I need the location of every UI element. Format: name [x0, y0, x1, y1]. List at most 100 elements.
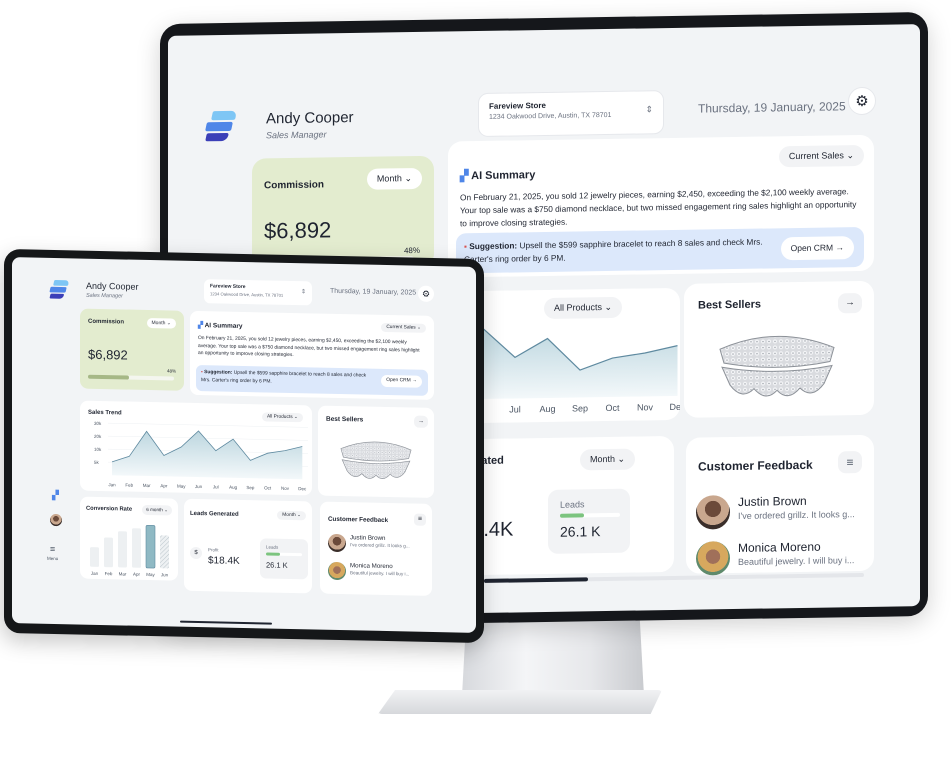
- suggestion-box: ▪ Suggestion: Upsell the $599 sapphire b…: [196, 364, 428, 396]
- chevron-down-icon: ⌄: [617, 453, 626, 464]
- feedback-content: Justin Brown I've ordered grillz. It look…: [738, 493, 855, 529]
- conversion-bar: [118, 531, 127, 568]
- chevron-updown-icon: ⇕: [645, 104, 653, 115]
- conversion-bar: [160, 535, 169, 569]
- feedback-text: I've ordered grillz. It looks g...: [738, 509, 855, 521]
- x-tick-label: Oct: [264, 485, 272, 490]
- open-crm-label: Open CRM: [790, 242, 834, 254]
- leads-generated-card: Leads Generated Month ⌄ $ Profit $18.4K …: [184, 498, 312, 594]
- profit-value: $18.4K: [208, 555, 240, 567]
- avatar: [696, 495, 730, 530]
- leads-metric-box: Leads 26.1 K: [260, 538, 308, 580]
- commission-percent: 48%: [166, 368, 176, 374]
- hamburger-menu-icon[interactable]: ≡: [414, 513, 426, 526]
- feedback-name: Justin Brown: [738, 493, 807, 509]
- commission-value: $6,892: [264, 217, 332, 244]
- conversion-x-ticks: Jan Feb Mar Apr May Jun: [91, 571, 169, 578]
- feedback-item[interactable]: Justin Brown I've ordered grillz. It look…: [696, 493, 855, 530]
- scene: Andy Cooper Sales Manager Fareview Store…: [0, 0, 951, 777]
- gear-icon[interactable]: ⚙: [418, 285, 434, 302]
- leads-period-label: Month: [590, 453, 616, 465]
- y-tick-label: 10k: [94, 447, 102, 452]
- x-tick-label: Sep: [572, 403, 588, 413]
- x-tick-label: Jan: [91, 571, 99, 576]
- leads-label: Leads: [266, 544, 279, 550]
- x-tick-label: Nov: [281, 486, 290, 491]
- store-selector[interactable]: Fareview Store 1234 Oakwood Drive, Austi…: [478, 90, 664, 138]
- suggestion-content: ▪ Suggestion: Upsell the $599 sapphire b…: [464, 236, 764, 267]
- conversion-bar: [90, 547, 99, 567]
- open-crm-button[interactable]: Open CRM →: [381, 374, 422, 388]
- current-date: Thursday, 19 January, 2025: [698, 99, 846, 116]
- customer-feedback-card: Customer Feedback ≡ Justin Brown I've ord…: [320, 501, 432, 596]
- gridline: [108, 422, 308, 428]
- leads-metric-box: Leads 26.1 K: [548, 488, 630, 554]
- ai-filter-label: Current Sales: [788, 150, 844, 162]
- current-date: Thursday, 19 January, 2025: [330, 287, 417, 297]
- ai-summary-filter-dropdown[interactable]: Current Sales ⌄: [778, 144, 864, 168]
- feedback-item[interactable]: Justin Brown I've ordered grillz. It look…: [328, 533, 410, 554]
- app-logo-icon[interactable]: [205, 110, 237, 142]
- commission-period-dropdown[interactable]: Month ⌄: [366, 167, 422, 190]
- conversion-rate-chart: Jan Feb Mar Apr May Jun: [90, 524, 169, 578]
- grillz-product-image[interactable]: [712, 325, 842, 405]
- x-tick-label: Apr: [133, 572, 141, 577]
- user-name: Andy Cooper: [86, 280, 139, 292]
- scroll-thumb[interactable]: [484, 577, 588, 583]
- store-selector[interactable]: Fareview Store 1234 Oakwood Drive, Austi…: [204, 279, 312, 306]
- dollar-icon: $: [190, 546, 202, 560]
- hamburger-menu-icon[interactable]: ≡: [838, 451, 862, 474]
- app-logo-icon[interactable]: [49, 280, 70, 299]
- user-role: Sales Manager: [266, 129, 327, 141]
- open-crm-button[interactable]: Open CRM →: [780, 236, 854, 261]
- leads-period-dropdown[interactable]: Month ⌄: [277, 510, 306, 521]
- best-sellers-card: Best Sellers →: [684, 280, 874, 418]
- menu-label[interactable]: Menu: [47, 556, 58, 561]
- avatar[interactable]: [50, 513, 62, 527]
- arrow-right-icon: →: [835, 242, 845, 253]
- y-tick-label: 20k: [94, 434, 102, 439]
- tablet-device: Andy Cooper Sales Manager Fareview Store…: [4, 248, 484, 644]
- ai-summary-card: Current Sales ⌄ ▞ AI Summary On February…: [448, 134, 874, 278]
- user-role: Sales Manager: [86, 292, 123, 300]
- leads-progress-fill: [560, 513, 584, 518]
- customer-feedback-title: Customer Feedback: [698, 457, 813, 474]
- arrow-right-icon[interactable]: →: [414, 415, 428, 428]
- leads-title: Leads Generated: [190, 510, 239, 518]
- store-address: 1234 Oakwood Drive, Austin, TX 78701: [210, 291, 284, 298]
- ai-summary-filter-dropdown[interactable]: Current Sales ⌄: [381, 322, 426, 333]
- feedback-name: Justin Brown: [350, 534, 386, 542]
- x-tick-label: Sep: [246, 485, 255, 490]
- leads-progress-fill: [266, 552, 281, 556]
- feedback-content: Justin Brown I've ordered grillz. It look…: [350, 534, 410, 553]
- leads-progress-bar: [266, 552, 302, 557]
- grillz-product-image[interactable]: [336, 434, 416, 486]
- leads-period-dropdown[interactable]: Month ⌄: [580, 448, 636, 471]
- x-tick-label: May: [146, 572, 155, 577]
- sales-trend-x-ticks: Jan Feb Mar Apr May Jun Jul Aug Sep Oct Nov Dec: [108, 482, 307, 491]
- arrow-right-icon[interactable]: →: [838, 293, 862, 314]
- home-indicator[interactable]: [180, 620, 272, 625]
- feedback-item[interactable]: Monica Moreno Beautiful jewelry. I will b…: [328, 561, 409, 582]
- ai-summary-text: On February 21, 2025, you sold 12 jewelr…: [460, 186, 857, 229]
- leads-progress-bar: [560, 512, 620, 518]
- scroll-track[interactable]: [484, 572, 864, 583]
- x-tick-label: May: [177, 484, 186, 489]
- x-tick-label: Jun: [161, 572, 169, 577]
- commission-period-dropdown[interactable]: Month ⌄: [146, 317, 176, 329]
- gear-icon[interactable]: ⚙: [848, 86, 876, 116]
- x-tick-label: Aug: [539, 404, 555, 414]
- feedback-item[interactable]: Monica Moreno Beautiful jewelry. I will b…: [696, 539, 854, 576]
- store-name: Fareview Store: [489, 100, 546, 111]
- suggestion-label: Suggestion:: [204, 370, 233, 376]
- x-tick-label: Mar: [143, 483, 151, 488]
- chevron-down-icon: ⌄: [846, 150, 854, 161]
- open-crm-label: Open CRM: [386, 377, 411, 384]
- menu-icon[interactable]: ≡: [50, 544, 55, 554]
- conversion-bars: [90, 524, 169, 569]
- gridline: [108, 435, 308, 441]
- sparkle-icon[interactable]: ▞: [52, 490, 59, 501]
- feedback-name: Monica Moreno: [350, 562, 393, 571]
- feedback-content: Monica Moreno Beautiful jewelry. I will b…: [350, 562, 409, 581]
- x-tick-label: Dec: [669, 402, 680, 412]
